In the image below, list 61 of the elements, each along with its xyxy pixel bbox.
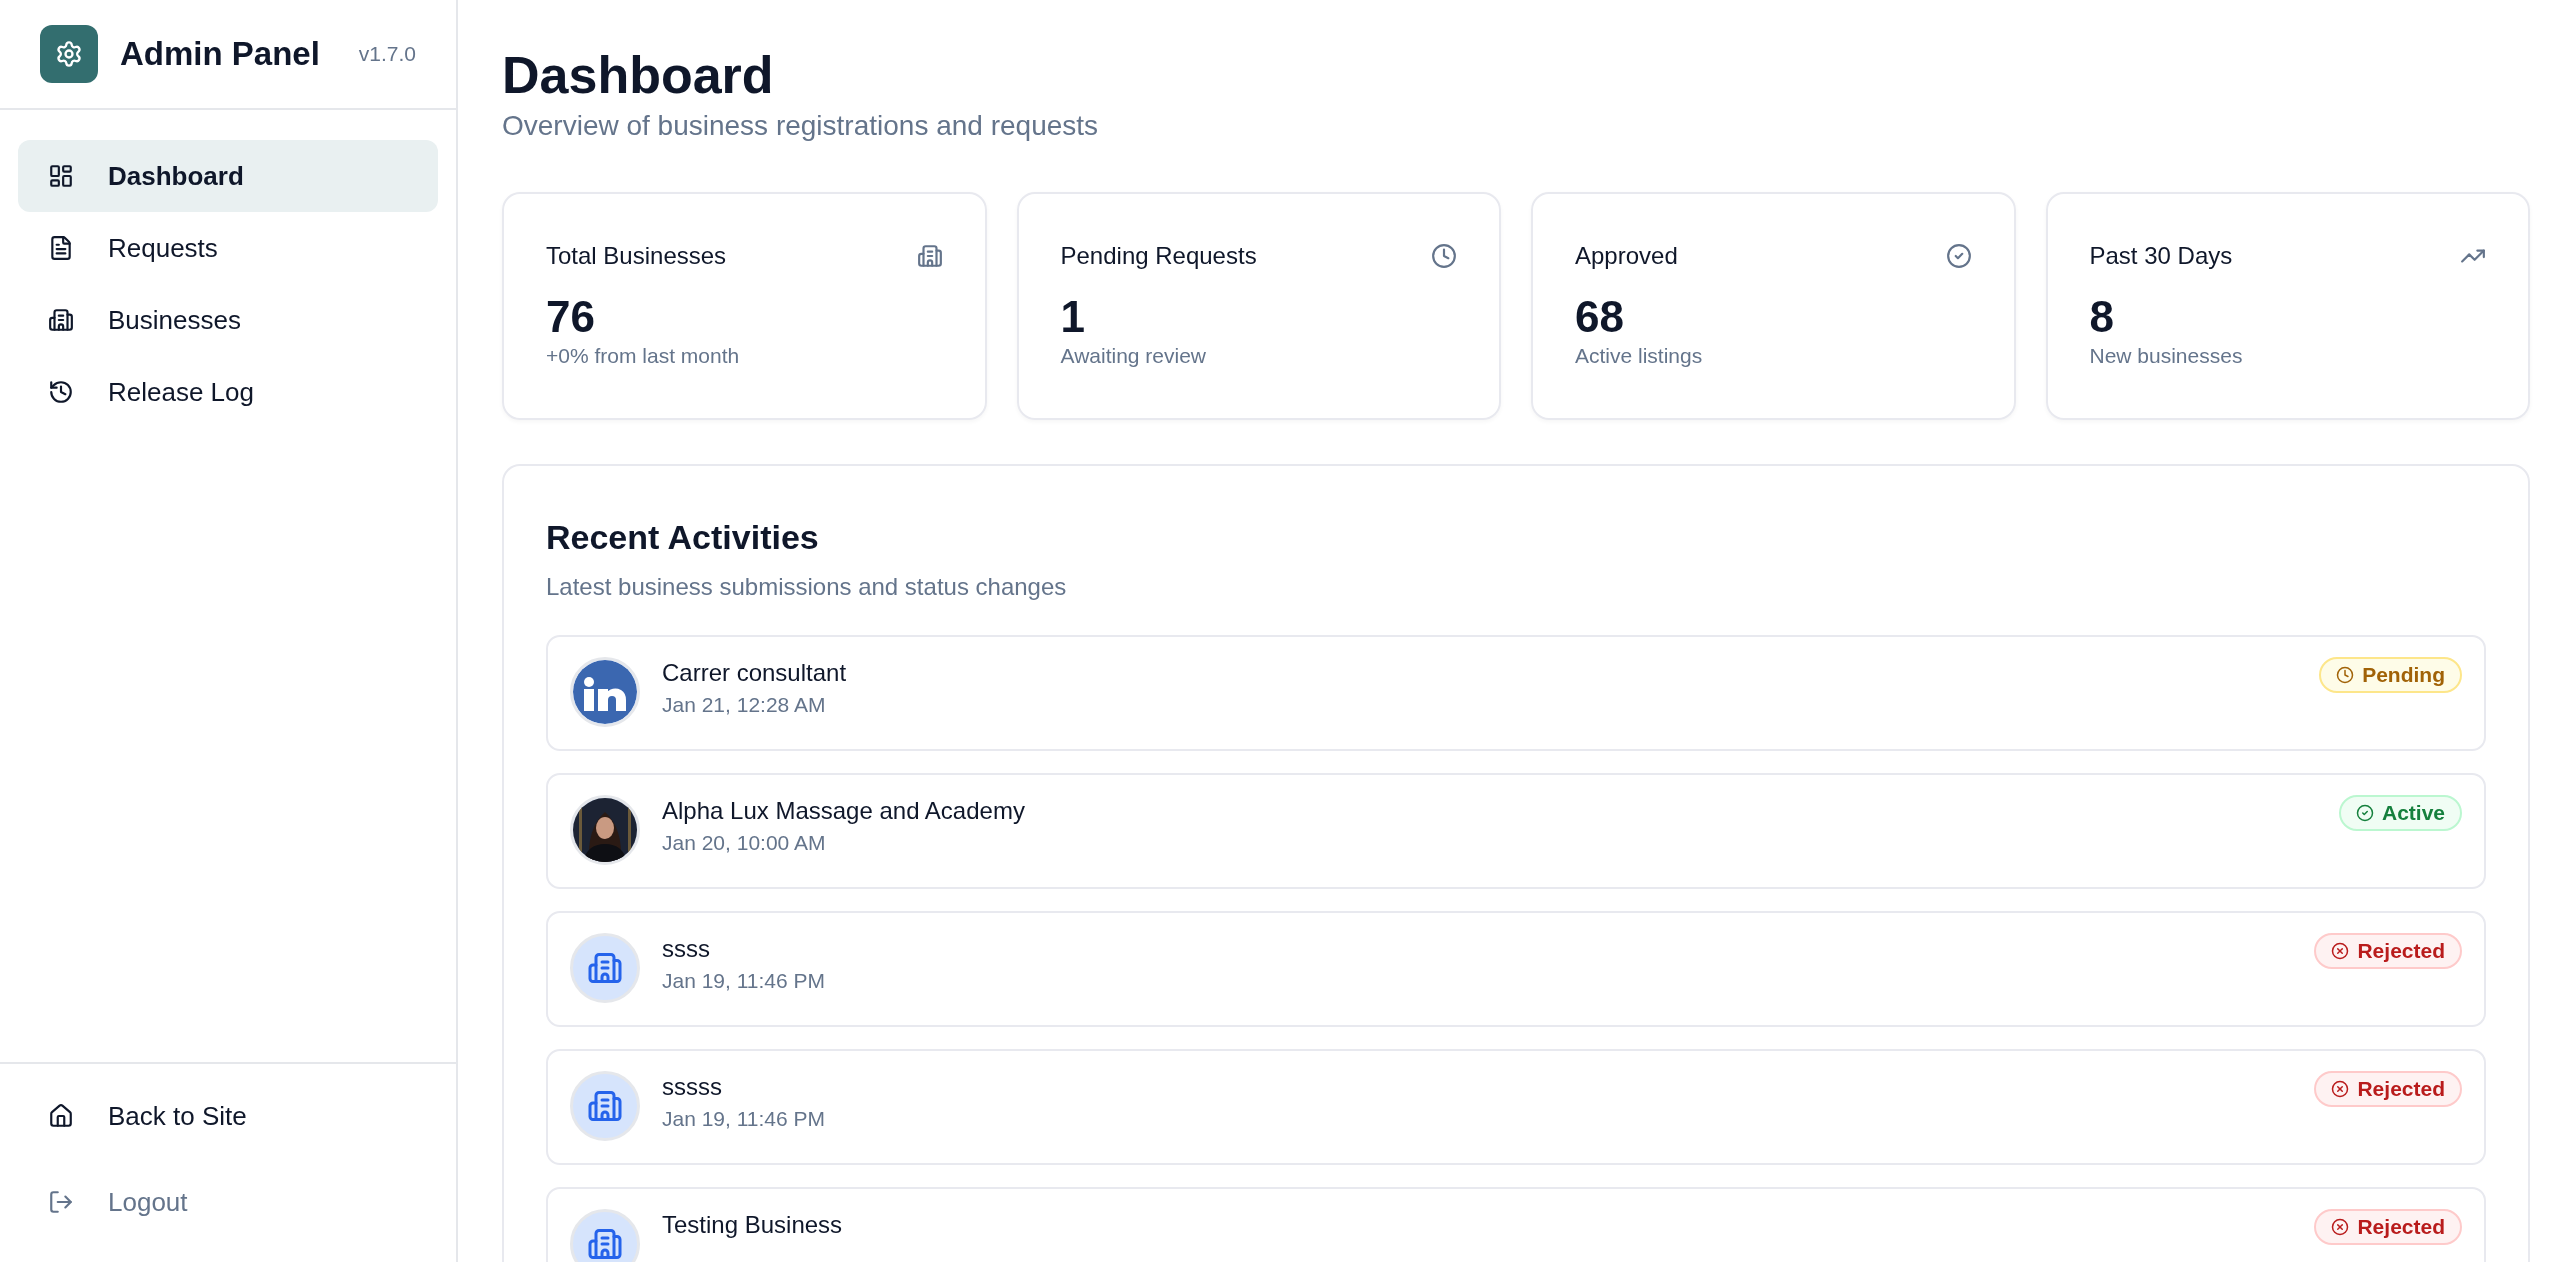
stat-note: Active listings [1575, 344, 1704, 368]
status-icon [2336, 666, 2355, 684]
business-name: ssss [662, 935, 711, 963]
activity-row[interactable]: Testing Business Rejected [546, 1187, 2486, 1262]
nav-item[interactable]: Logout [18, 1166, 438, 1238]
settings-icon [55, 40, 83, 68]
building-icon [916, 243, 943, 269]
stat-note: +0% from last month [546, 344, 741, 368]
building-icon [48, 307, 74, 333]
history-icon [48, 379, 74, 405]
status-badge: Active [2338, 795, 2462, 831]
status-icon [2331, 1080, 2350, 1098]
activity-time: Jan 19, 11:46 PM [662, 969, 827, 993]
stat-title: Approved [1575, 242, 1678, 270]
stat-value: 1 [1060, 291, 1086, 343]
section-title: Recent Activities [546, 518, 820, 557]
clock-icon [1431, 243, 1457, 269]
check-circle-icon [1945, 243, 1972, 269]
stat-title: Total Businesses [546, 242, 727, 270]
business-name: Testing Business [662, 1211, 844, 1239]
version-label: v1.7.0 [358, 42, 416, 66]
section-subtitle: Latest business submissions and status changes [546, 573, 1068, 601]
stat-value: 8 [2089, 291, 2115, 343]
status-badge: Pending [2319, 657, 2462, 693]
nav-item[interactable]: Back to Site [18, 1080, 438, 1152]
activity-time: Jan 20, 10:00 AM [662, 831, 827, 855]
page-title: Dashboard [502, 45, 775, 106]
activity-row[interactable]: ssss Jan 19, 11:46 PM Rejected [546, 911, 2486, 1027]
status-badge: Rejected [2314, 1071, 2462, 1107]
nav-item[interactable]: Requests [18, 212, 438, 284]
dashboard-icon [48, 163, 74, 189]
app-title: Admin Panel [120, 35, 321, 73]
activity-row[interactable]: sssss Jan 19, 11:46 PM Rejected [546, 1049, 2486, 1165]
building-icon [587, 950, 623, 986]
logout-icon [48, 1189, 74, 1215]
nav-item[interactable]: Release Log [18, 356, 438, 428]
home-icon [48, 1103, 74, 1129]
building-icon [587, 1226, 623, 1262]
status-badge: Rejected [2314, 933, 2462, 969]
status-icon [2355, 804, 2374, 822]
building-icon [587, 1088, 623, 1124]
activity-time: Jan 19, 11:46 PM [662, 1107, 827, 1131]
activity-row[interactable]: Alpha Lux Massage and Academy Jan 20, 10:00 AM Active [546, 773, 2486, 889]
stat-title: Past 30 Days [2089, 242, 2233, 270]
activity-row[interactable]: Carrer consultant Jan 21, 12:28 AM Pending [546, 635, 2486, 751]
status-badge: Rejected [2314, 1209, 2462, 1245]
business-name: sssss [662, 1073, 723, 1101]
status-icon [2331, 1218, 2350, 1236]
stat-note: New businesses [2089, 344, 2244, 368]
activity-time: Jan 21, 12:28 AM [662, 693, 827, 717]
stat-note: Awaiting review [1060, 344, 1207, 368]
nav-item[interactable]: Dashboard [18, 140, 438, 212]
business-name: Alpha Lux Massage and Academy [662, 797, 1026, 825]
status-icon [2331, 942, 2350, 960]
business-name: Carrer consultant [662, 659, 848, 687]
document-icon [48, 235, 74, 261]
stat-value: 68 [1575, 291, 1625, 343]
page-subtitle: Overview of business registrations and requests [502, 110, 1100, 142]
stat-value: 76 [546, 291, 596, 343]
stat-title: Pending Requests [1060, 242, 1257, 270]
nav-item[interactable]: Businesses [18, 284, 438, 356]
